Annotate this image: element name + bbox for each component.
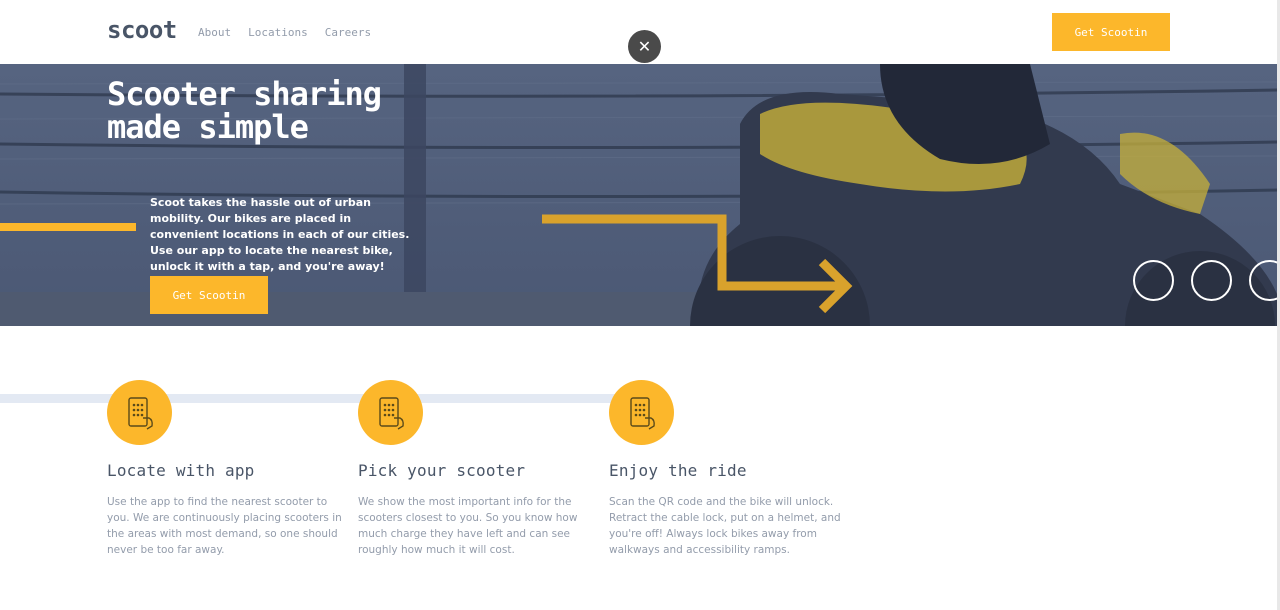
slider-dot-2[interactable] bbox=[1191, 260, 1232, 301]
hero-get-scootin-button[interactable]: Get Scootin bbox=[150, 276, 268, 314]
logo[interactable]: scoot bbox=[107, 16, 177, 44]
feature-icon-circle bbox=[609, 380, 674, 445]
hero-accent-line bbox=[0, 223, 136, 231]
feature-text: We show the most important info for the … bbox=[358, 496, 578, 556]
phone-tap-icon bbox=[629, 396, 655, 430]
feature-title: Locate with app bbox=[107, 461, 255, 480]
main-nav: About Locations Careers bbox=[198, 26, 371, 39]
feature-icon-circle bbox=[107, 380, 172, 445]
feature-locate: Locate with app Use the app to find the … bbox=[107, 380, 347, 558]
feature-title: Pick your scooter bbox=[358, 461, 526, 480]
feature-icon-circle bbox=[358, 380, 423, 445]
phone-tap-icon bbox=[127, 396, 153, 430]
feature-title: Enjoy the ride bbox=[609, 461, 747, 480]
hero-title-line-2: made simple bbox=[107, 108, 309, 146]
feature-enjoy: Enjoy the ride Scan the QR code and the … bbox=[609, 380, 849, 558]
close-icon[interactable]: ✕ bbox=[628, 30, 661, 63]
nav-careers[interactable]: Careers bbox=[325, 26, 371, 39]
hero-description: Scoot takes the hassle out of urban mobi… bbox=[150, 196, 410, 273]
feature-text: Scan the QR code and the bike will unloc… bbox=[609, 496, 841, 556]
phone-tap-icon bbox=[378, 396, 404, 430]
feature-pick: Pick your scooter We show the most impor… bbox=[358, 380, 598, 558]
header-get-scootin-button[interactable]: Get Scootin bbox=[1052, 13, 1170, 51]
nav-locations[interactable]: Locations bbox=[248, 26, 308, 39]
feature-text: Use the app to find the nearest scooter … bbox=[107, 496, 342, 556]
hero: Scooter sharing made simple Scoot takes … bbox=[0, 64, 1277, 326]
nav-about[interactable]: About bbox=[198, 26, 231, 39]
slider-dot-1[interactable] bbox=[1133, 260, 1174, 301]
hero-title: Scooter sharing made simple bbox=[107, 78, 382, 146]
